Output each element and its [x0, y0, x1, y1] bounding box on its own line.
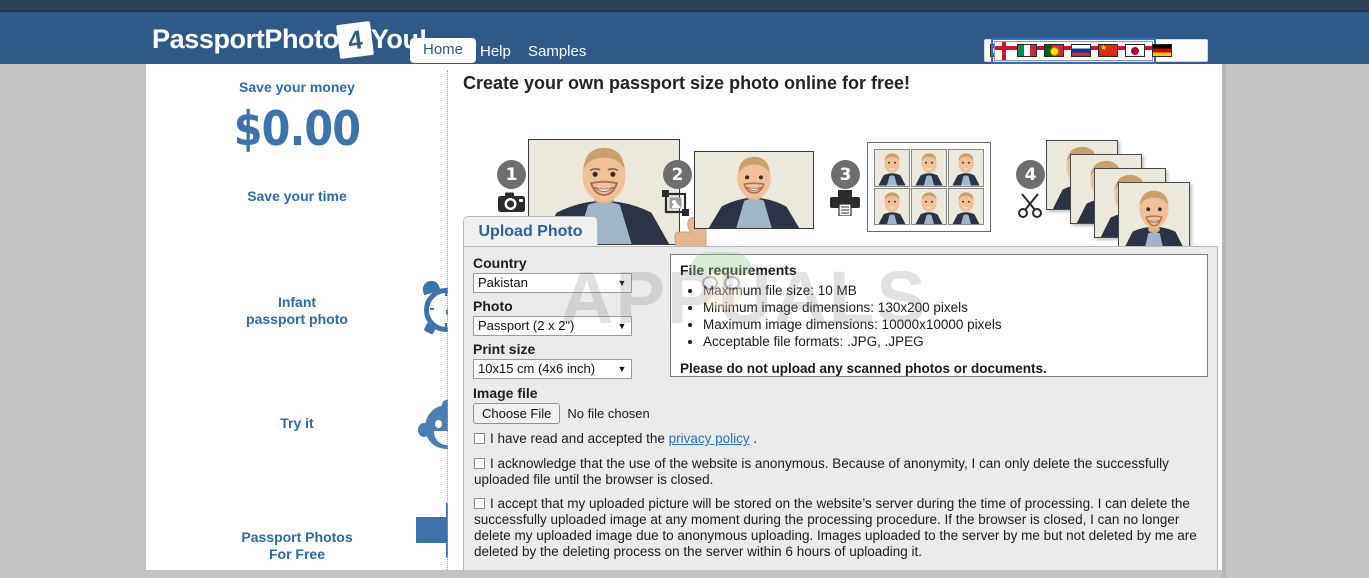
country-select-value: Pakistan	[478, 275, 528, 290]
steps-illustration: 1 2 3 4	[448, 94, 1222, 254]
page-root: PassportPhoto4You! Home Help Samples Sav…	[0, 0, 1369, 578]
sidebar-price: $0.00	[233, 102, 361, 157]
sidebar-try-it-title: Try it	[280, 415, 314, 431]
requirement-item: Acceptable file formats: .JPG, .JPEG	[703, 333, 1002, 350]
crop-icon	[662, 190, 689, 221]
consent-row-anonymous: I acknowledge that the use of the websit…	[474, 456, 1212, 488]
step-3-photo-sheet	[867, 142, 991, 232]
sidebar-infant-title: Infant passport photo	[146, 294, 448, 328]
sheet-cell	[911, 187, 947, 225]
consent-text-storage: I accept that my uploaded picture will b…	[474, 496, 1197, 559]
flag-japan-icon[interactable]	[1125, 44, 1145, 57]
chevron-down-icon: ▼	[617, 278, 627, 288]
privacy-policy-link[interactable]: privacy policy	[669, 431, 750, 446]
requirement-item: Maximum image dimensions: 10000x10000 pi…	[703, 316, 1002, 333]
crop-icon-svg	[662, 190, 689, 216]
no-file-chosen-text: No file chosen	[567, 406, 650, 421]
file-requirements-title: File requirements	[680, 262, 797, 278]
consent-row-privacy: I have read and accepted the privacy pol…	[474, 431, 1212, 447]
file-input-row: Choose File No file chosen	[473, 403, 650, 424]
step-3-number: 3	[831, 160, 860, 189]
logo-text-pre: PassportPhoto	[152, 24, 339, 54]
flag-china-icon[interactable]	[1098, 42, 1118, 57]
sidebar-footer-text: Passport Photos For Free	[146, 529, 448, 563]
sheet-cell	[874, 187, 910, 225]
flag-germany-icon[interactable]	[1152, 44, 1172, 57]
nav-help[interactable]: Help	[480, 43, 511, 60]
site-header: PassportPhoto 4 You! Home Help Samples	[0, 12, 1369, 64]
country-label: Country	[473, 255, 527, 271]
consent-text-privacy-pre: I have read and accepted the	[490, 431, 669, 446]
country-select[interactable]: Pakistan ▼	[473, 273, 632, 293]
sheet-cell	[948, 187, 984, 225]
file-requirements-note: Please do not upload any scanned photos …	[680, 361, 1047, 376]
page-shadow	[1222, 64, 1226, 578]
sheet-cell	[911, 149, 947, 187]
sidebar-save-money-title: Save your money	[239, 79, 355, 95]
step-1-number: 1	[497, 160, 526, 189]
sheet-cell	[874, 149, 910, 187]
step-2-photo	[694, 151, 814, 229]
flag-italy-icon[interactable]	[1017, 44, 1037, 57]
sidebar-infant-line1: Infant	[277, 294, 317, 310]
flag-russia-icon[interactable]	[1071, 44, 1091, 57]
sidebar-footer-line1: Passport Photos	[241, 529, 353, 545]
logo-four-text: 4	[345, 23, 364, 56]
photo-type-select-value: Passport (2 x 2")	[478, 318, 575, 333]
print-size-select-value: 10x15 cm (4x6 inch)	[478, 361, 596, 376]
upload-form-panel: Country Pakistan ▼ Photo Passport (2 x 2…	[463, 246, 1218, 578]
scissors-icon-svg	[1018, 193, 1042, 218]
nav-home[interactable]: Home	[410, 38, 477, 63]
site-logo[interactable]: PassportPhoto 4 You!	[152, 21, 428, 59]
consent-text-anonymous: I acknowledge that the use of the websit…	[474, 456, 1169, 487]
file-requirements-list: Maximum file size: 10 MB Minimum image d…	[685, 282, 1002, 350]
choose-file-button[interactable]: Choose File	[473, 403, 561, 424]
step-4-number: 4	[1016, 160, 1045, 189]
printer-icon	[830, 190, 860, 221]
photo-type-select[interactable]: Passport (2 x 2") ▼	[473, 316, 632, 336]
sheet-cell	[948, 149, 984, 187]
sidebar-footer-line2: For Free	[268, 546, 325, 562]
consent-row-storage: I accept that my uploaded picture will b…	[474, 496, 1212, 560]
logo-four-badge: 4	[335, 21, 374, 59]
requirement-item: Minimum image dimensions: 130x200 pixels	[703, 299, 1002, 316]
scissors-icon	[1018, 192, 1042, 223]
photo-label: Photo	[473, 298, 513, 314]
page-title: Create your own passport size photo onli…	[463, 73, 911, 93]
step-4-photo-4	[1118, 182, 1190, 252]
left-gutter	[0, 64, 146, 578]
sidebar: Save your money $0.00 ✔ Save your time ✔…	[146, 64, 511, 578]
file-requirements-box: File requirements Maximum file size: 10 …	[670, 254, 1208, 377]
chevron-down-icon: ▼	[617, 364, 627, 374]
camera-icon-svg	[498, 192, 525, 212]
bottom-strip	[146, 570, 1222, 578]
requirement-item: Maximum file size: 10 MB	[703, 282, 1002, 299]
step-2-portrait	[695, 152, 813, 228]
consent-text-privacy-post: .	[749, 431, 758, 446]
tab-upload-photo[interactable]: Upload Photo	[463, 216, 598, 246]
sidebar-infant-line2: passport photo	[246, 311, 348, 327]
flag-portugal-icon[interactable]	[1044, 44, 1064, 57]
image-file-label: Image file	[473, 385, 538, 401]
chevron-down-icon: ▼	[617, 321, 627, 331]
consent-checkbox-privacy[interactable]	[474, 433, 485, 444]
consent-checkbox-storage[interactable]	[474, 498, 485, 509]
nav-samples[interactable]: Samples	[528, 43, 586, 60]
sidebar-save-time-title: Save your time	[247, 188, 347, 204]
step-2-number: 2	[663, 160, 692, 189]
main-content: Create your own passport size photo onli…	[448, 64, 1222, 578]
consent-checkbox-anonymous[interactable]	[474, 458, 485, 469]
language-flag-bar	[984, 37, 1208, 64]
printer-icon-svg	[830, 190, 860, 217]
print-size-select[interactable]: 10x15 cm (4x6 inch) ▼	[473, 359, 632, 379]
print-size-label: Print size	[473, 341, 536, 357]
